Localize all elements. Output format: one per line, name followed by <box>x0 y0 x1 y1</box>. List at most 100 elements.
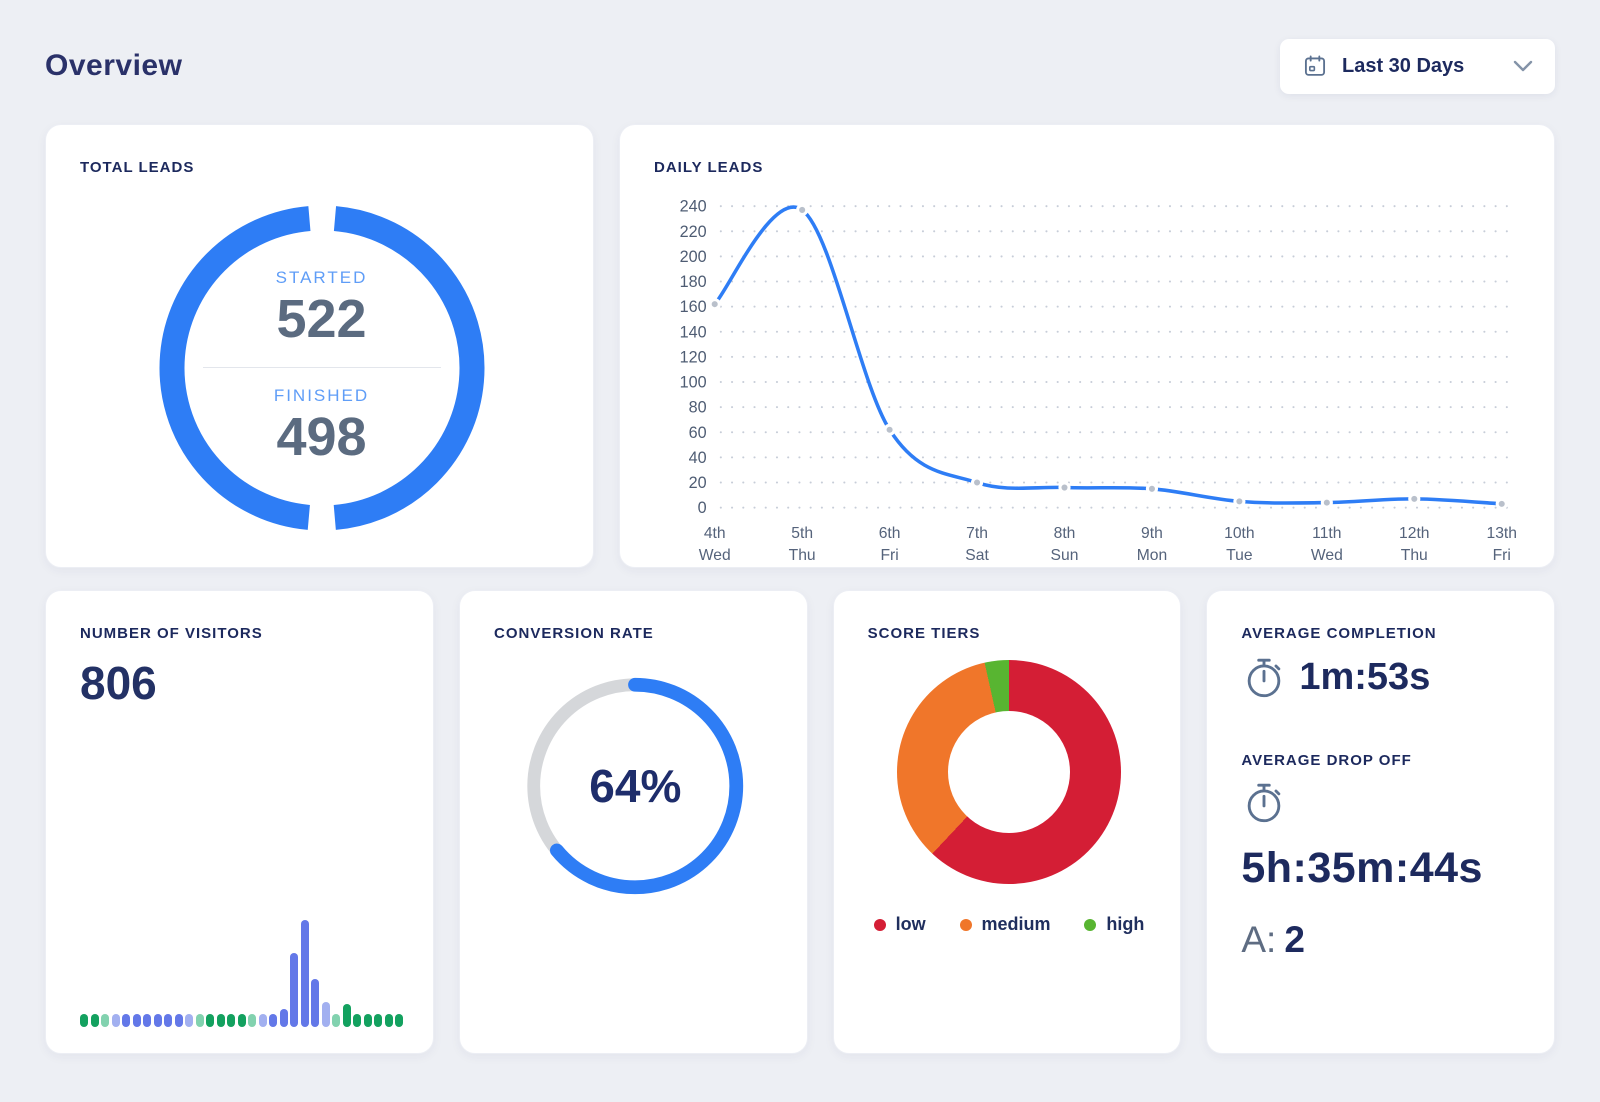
svg-text:12th: 12th <box>1399 525 1429 542</box>
svg-text:8th: 8th <box>1054 525 1076 542</box>
legend-label: high <box>1106 914 1145 934</box>
topbar: Overview Last 30 Days <box>45 38 1555 94</box>
avg-dropoff-title: AVERAGE DROP OFF <box>1241 752 1412 769</box>
conversion-ring-chart: 64% <box>517 668 753 904</box>
avg-completion-row: 1m:53s <box>1241 654 1524 700</box>
visitor-bar <box>80 1014 88 1027</box>
legend-item-low: low <box>873 914 926 935</box>
legend-label: medium <box>981 914 1051 934</box>
score-tiers-card: SCORE TIERS low medium high <box>832 590 1182 1054</box>
svg-text:0: 0 <box>698 499 707 517</box>
svg-text:100: 100 <box>680 374 707 392</box>
visitor-bar <box>195 1014 204 1027</box>
visitor-bar <box>353 1014 361 1027</box>
svg-text:10th: 10th <box>1224 525 1254 542</box>
total-leads-card: TOTAL LEADS STARTED 522 FINISHED 498 <box>45 124 594 568</box>
svg-text:120: 120 <box>680 348 707 366</box>
visitor-bar <box>227 1014 235 1027</box>
visitors-card: NUMBER OF VISITORS 806 <box>45 590 434 1054</box>
visitor-bar <box>321 1002 330 1027</box>
svg-text:240: 240 <box>680 198 707 216</box>
svg-text:220: 220 <box>680 223 707 241</box>
daily-leads-title: DAILY LEADS <box>654 159 764 176</box>
visitor-bar <box>122 1014 130 1027</box>
svg-text:140: 140 <box>680 323 707 341</box>
visitor-bar <box>185 1014 193 1027</box>
legend-label: low <box>895 914 926 934</box>
visitor-bar <box>248 1014 256 1027</box>
avg-dropoff-icon-row <box>1241 779 1524 830</box>
svg-text:160: 160 <box>680 298 707 316</box>
total-leads-title: TOTAL LEADS <box>80 159 195 176</box>
visitor-bar <box>111 1014 120 1027</box>
conversion-card: CONVERSION RATE 64% <box>459 590 808 1054</box>
legend-item-medium: medium <box>959 914 1051 935</box>
center-divider <box>202 366 441 368</box>
a-metric-value: 2 <box>1284 919 1305 960</box>
legend-dot <box>1084 918 1097 931</box>
visitor-bar <box>206 1014 214 1027</box>
score-tiers-donut-chart <box>897 660 1121 884</box>
svg-text:6th: 6th <box>879 525 901 542</box>
conversion-title: CONVERSION RATE <box>494 625 654 642</box>
legend-dot <box>873 918 886 931</box>
svg-text:40: 40 <box>689 449 707 467</box>
visitor-bar <box>395 1014 403 1027</box>
visitor-bar <box>258 1014 267 1027</box>
page-title: Overview <box>45 49 183 82</box>
a-metric-label: A: <box>1241 919 1277 960</box>
svg-text:Sat: Sat <box>965 547 989 564</box>
svg-text:180: 180 <box>680 273 707 291</box>
visitor-bar <box>132 1014 141 1027</box>
svg-text:Wed: Wed <box>699 547 731 564</box>
stopwatch-icon <box>1248 658 1281 698</box>
started-value: 522 <box>276 289 367 350</box>
daily-leads-card: DAILY LEADS 0 20 40 60 80 100 120 140 160 180 200 2… <box>619 124 1555 568</box>
svg-text:9th: 9th <box>1141 525 1163 542</box>
date-range-dropdown[interactable]: Last 30 Days <box>1280 38 1555 94</box>
svg-text:7th: 7th <box>966 525 988 542</box>
visitors-title: NUMBER OF VISITORS <box>80 625 263 642</box>
visitor-bar <box>300 920 309 1027</box>
started-label: STARTED <box>275 268 368 288</box>
svg-text:Fri: Fri <box>880 547 898 564</box>
legend-item-high: high <box>1084 914 1144 935</box>
svg-text:80: 80 <box>689 399 707 417</box>
visitors-value: 806 <box>80 657 157 709</box>
svg-text:20: 20 <box>689 474 707 492</box>
averages-card: AVERAGE COMPLETION 1m:53s AVERAGE DROP O… <box>1206 590 1556 1054</box>
date-range-label: Last 30 Days <box>1342 54 1465 77</box>
svg-text:13th: 13th <box>1486 525 1516 542</box>
svg-text:Mon: Mon <box>1137 547 1167 564</box>
score-tiers-legend: low medium high <box>868 914 1151 935</box>
daily-leads-line-chart: 0 20 40 60 80 100 120 140 160 180 200 220 240 4th Wed 5… <box>654 190 1524 570</box>
visitors-bar-chart <box>80 915 403 1027</box>
visitor-bar <box>174 1014 183 1027</box>
visitor-bar <box>279 1009 288 1027</box>
a-metric: A: 2 <box>1241 919 1524 961</box>
avg-dropoff-value: 5h:35m:44s <box>1241 844 1483 892</box>
score-tiers-title: SCORE TIERS <box>867 625 981 642</box>
svg-text:200: 200 <box>680 248 707 266</box>
avg-completion-title: AVERAGE COMPLETION <box>1241 625 1437 642</box>
finished-value: 498 <box>276 406 367 467</box>
svg-text:Thu: Thu <box>1401 547 1428 564</box>
conversion-center: 64% <box>517 668 753 904</box>
svg-text:Fri: Fri <box>1493 547 1511 564</box>
conversion-value: 64% <box>589 760 682 812</box>
visitor-bar <box>363 1014 372 1027</box>
total-leads-ring-chart: STARTED 522 FINISHED 498 <box>142 188 502 548</box>
stopwatch-icon <box>1248 783 1281 823</box>
visitor-bar <box>332 1014 340 1027</box>
visitor-bar <box>384 1014 393 1027</box>
visitor-bar <box>153 1014 162 1027</box>
finished-label: FINISHED <box>273 385 370 405</box>
visitor-bar <box>269 1014 277 1027</box>
donut-hole <box>948 711 1070 833</box>
svg-text:Thu: Thu <box>789 547 816 564</box>
svg-text:60: 60 <box>689 424 707 442</box>
visitor-bar <box>290 953 298 1027</box>
svg-text:Sun: Sun <box>1051 547 1079 564</box>
visitor-bar <box>143 1014 151 1027</box>
svg-text:Wed: Wed <box>1311 547 1343 564</box>
